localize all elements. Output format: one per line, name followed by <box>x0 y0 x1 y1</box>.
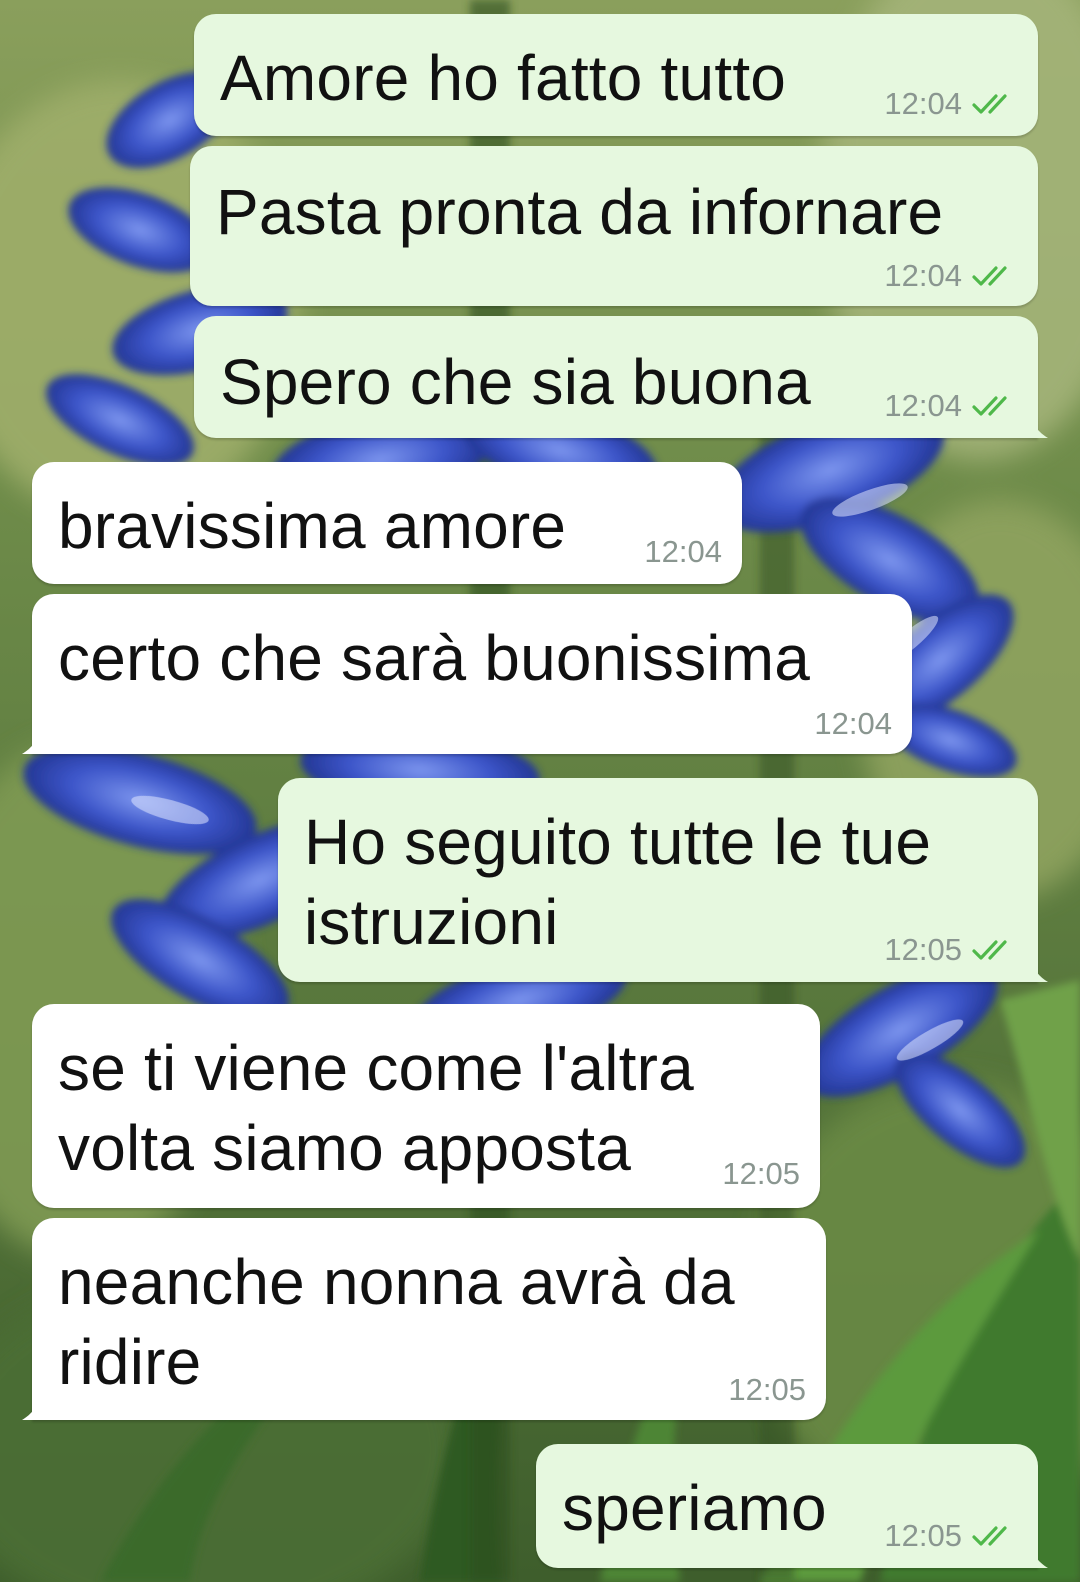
message-meta: 12:05 <box>728 1372 806 1408</box>
bubble-tail <box>22 726 42 754</box>
double-check-icon <box>972 94 1007 114</box>
message-time: 12:05 <box>884 1518 962 1553</box>
message-text: neanche nonna avrà da <box>58 1246 735 1318</box>
message-text: istruzioni <box>304 886 559 958</box>
message-time: 12:05 <box>728 1372 806 1407</box>
message-bubble-outgoing[interactable]: speriamo 12:05 <box>536 1444 1048 1568</box>
message-meta: 12:05 <box>884 932 1018 968</box>
message-bubble-outgoing[interactable]: Spero che sia buona 12:04 <box>194 316 1048 438</box>
message-bubble-incoming[interactable]: neanche nonna avrà da ridire 12:05 <box>22 1218 826 1420</box>
message-text: Ho seguito tutte le tue <box>304 806 932 878</box>
message-meta: 12:05 <box>884 1518 1018 1554</box>
message-meta: 12:05 <box>722 1156 800 1192</box>
message-meta: 12:04 <box>884 388 1018 424</box>
message-time: 12:04 <box>814 706 892 741</box>
message-time: 12:04 <box>884 258 962 293</box>
message-time: 12:05 <box>884 932 962 967</box>
message-text: certo che sarà buonissima <box>58 622 811 694</box>
message-bubble-outgoing[interactable]: Amore ho fatto tutto 12:04 <box>194 14 1038 136</box>
message-bubble-incoming[interactable]: bravissima amore 12:04 <box>32 462 742 584</box>
message-time: 12:05 <box>722 1156 800 1191</box>
bubble-tail <box>1028 410 1048 438</box>
message-meta: 12:04 <box>884 86 1018 122</box>
message-time: 12:04 <box>884 86 962 121</box>
message-text: Amore ho fatto tutto <box>220 42 787 114</box>
double-check-icon <box>972 266 1007 286</box>
message-text: se ti viene come l'altra <box>58 1032 694 1104</box>
message-text: bravissima amore <box>58 490 567 562</box>
double-check-icon <box>972 940 1007 960</box>
message-text: speriamo <box>562 1472 827 1544</box>
message-meta: 12:04 <box>884 258 1018 294</box>
double-check-icon <box>972 396 1007 416</box>
message-bubble-incoming[interactable]: certo che sarà buonissima 12:04 <box>22 594 912 754</box>
bubble-tail <box>1028 954 1048 982</box>
message-time: 12:04 <box>644 534 722 569</box>
message-text: Pasta pronta da infornare <box>216 176 944 248</box>
message-bubble-incoming[interactable]: se ti viene come l'altra volta siamo app… <box>32 1004 820 1208</box>
message-bubble-outgoing[interactable]: Pasta pronta da infornare 12:04 <box>190 146 1038 306</box>
message-text: Spero che sia buona <box>220 346 811 418</box>
message-meta: 12:04 <box>814 706 892 742</box>
double-check-icon <box>972 1526 1007 1546</box>
message-meta: 12:04 <box>644 534 722 570</box>
message-time: 12:04 <box>884 388 962 423</box>
message-text: ridire <box>58 1326 202 1398</box>
message-bubble-outgoing[interactable]: Ho seguito tutte le tue istruzioni 12:05 <box>278 778 1048 982</box>
bubble-tail <box>22 1392 42 1420</box>
message-text: volta siamo apposta <box>58 1112 632 1184</box>
bubble-tail <box>1028 1540 1048 1568</box>
